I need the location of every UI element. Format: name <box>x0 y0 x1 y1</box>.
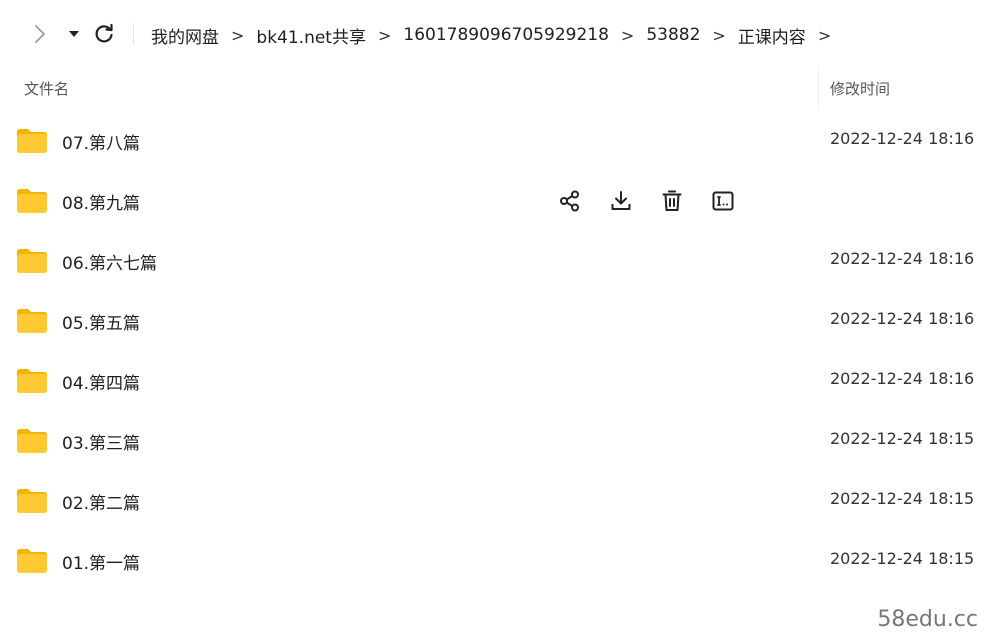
delete-icon <box>662 190 682 211</box>
file-row[interactable]: 01.第一篇 2022-12-24 18:15 <box>0 530 990 590</box>
file-modified-time: 2022-12-24 18:16 <box>830 249 975 268</box>
file-name[interactable]: 07.第八篇 <box>62 129 140 154</box>
file-name[interactable]: 04.第四篇 <box>62 369 140 394</box>
folder-icon <box>17 189 47 213</box>
breadcrumb: 我的网盘 > bk41.net共享 > 1601789096705929218 … <box>151 22 843 48</box>
toolbar-divider <box>133 23 134 45</box>
breadcrumb-item-folder[interactable]: 53882 <box>646 25 700 45</box>
file-name[interactable]: 05.第五篇 <box>62 309 140 334</box>
column-header-name[interactable]: 文件名 <box>24 78 69 99</box>
column-header: 文件名 修改时间 <box>0 68 990 108</box>
file-modified-time: 2022-12-24 18:15 <box>830 489 975 508</box>
file-list: 07.第八篇 2022-12-24 18:16 08.第九篇 06.第六七篇 2… <box>0 110 990 590</box>
breadcrumb-separator: > <box>377 25 392 45</box>
breadcrumb-item-id[interactable]: 1601789096705929218 <box>403 25 609 45</box>
file-modified-time: 2022-12-24 18:16 <box>830 129 975 148</box>
breadcrumb-item-current[interactable]: 正课内容 <box>738 23 806 48</box>
folder-icon <box>17 489 47 513</box>
folder-icon <box>17 369 47 393</box>
folder-icon <box>17 129 47 153</box>
file-modified-time: 2022-12-24 18:16 <box>830 309 975 328</box>
file-name[interactable]: 08.第九篇 <box>62 189 140 214</box>
folder-icon <box>17 429 47 453</box>
share-button[interactable] <box>556 187 584 215</box>
column-header-modified[interactable]: 修改时间 <box>830 78 890 99</box>
history-dropdown-button[interactable] <box>60 20 88 48</box>
file-row[interactable]: 07.第八篇 2022-12-24 18:16 <box>0 110 990 170</box>
file-row-hovered[interactable]: 08.第九篇 <box>0 170 990 230</box>
download-button[interactable] <box>607 187 635 215</box>
rename-button[interactable] <box>709 187 737 215</box>
share-icon <box>560 190 579 212</box>
refresh-button[interactable] <box>90 20 118 48</box>
breadcrumb-item-root[interactable]: 我的网盘 <box>151 23 219 48</box>
file-row[interactable]: 06.第六七篇 2022-12-24 18:16 <box>0 230 990 290</box>
download-icon <box>611 191 631 210</box>
file-row[interactable]: 03.第三篇 2022-12-24 18:15 <box>0 410 990 470</box>
file-modified-time: 2022-12-24 18:15 <box>830 549 975 568</box>
breadcrumb-separator[interactable]: > <box>818 26 831 45</box>
file-name[interactable]: 01.第一篇 <box>62 549 140 574</box>
rename-icon <box>712 191 734 211</box>
watermark: 58edu.cc <box>877 607 978 632</box>
navigation-bar: 我的网盘 > bk41.net共享 > 1601789096705929218 … <box>0 0 990 68</box>
column-divider[interactable] <box>818 68 819 108</box>
folder-icon <box>17 249 47 273</box>
chevron-right-icon <box>35 25 45 43</box>
caret-down-icon <box>69 31 79 37</box>
file-name[interactable]: 02.第二篇 <box>62 489 140 514</box>
back-button[interactable] <box>26 20 54 48</box>
delete-button[interactable] <box>658 187 686 215</box>
breadcrumb-separator: > <box>231 25 245 45</box>
file-browser: 我的网盘 > bk41.net共享 > 1601789096705929218 … <box>0 0 990 638</box>
file-row[interactable]: 02.第二篇 2022-12-24 18:15 <box>0 470 990 530</box>
folder-icon <box>17 309 47 333</box>
file-name[interactable]: 03.第三篇 <box>62 429 140 454</box>
folder-icon <box>17 549 47 573</box>
breadcrumb-item-share[interactable]: bk41.net共享 <box>256 23 366 48</box>
file-modified-time: 2022-12-24 18:16 <box>830 369 975 388</box>
file-row[interactable]: 04.第四篇 2022-12-24 18:16 <box>0 350 990 410</box>
refresh-icon <box>95 23 113 43</box>
file-row[interactable]: 05.第五篇 2022-12-24 18:16 <box>0 290 990 350</box>
row-action-bar <box>556 187 737 215</box>
breadcrumb-separator: > <box>620 25 635 45</box>
file-name[interactable]: 06.第六七篇 <box>62 249 157 274</box>
file-modified-time: 2022-12-24 18:15 <box>830 429 975 448</box>
breadcrumb-separator: > <box>712 25 726 45</box>
